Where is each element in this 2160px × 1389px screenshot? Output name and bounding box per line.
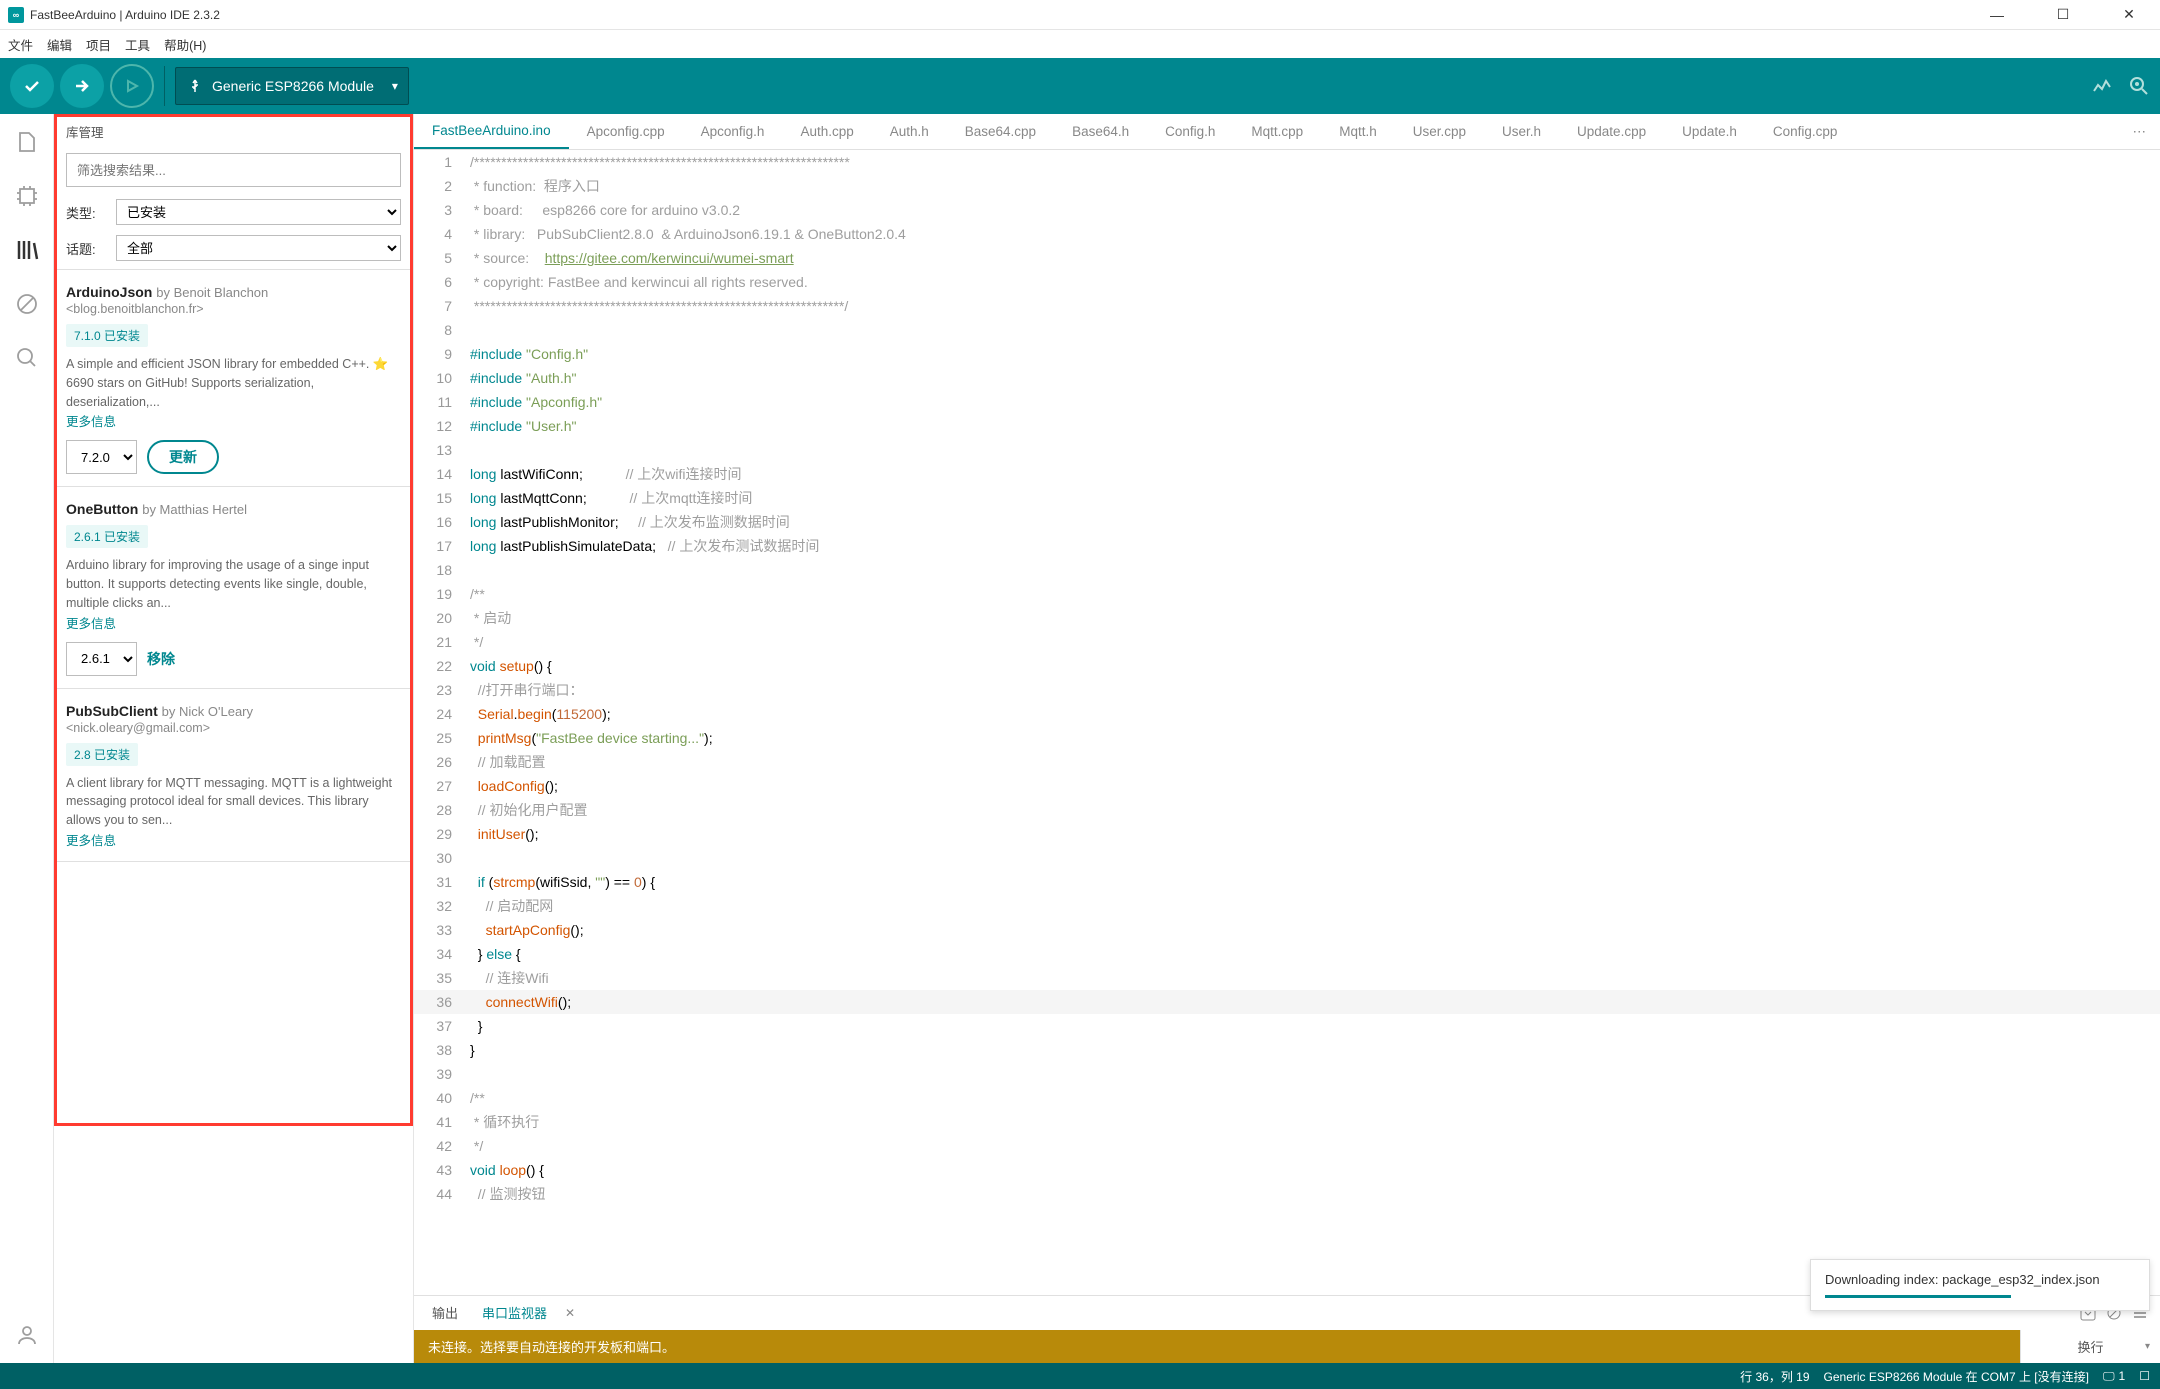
- debug-button[interactable]: [110, 64, 154, 108]
- no-entry-icon[interactable]: [13, 290, 41, 318]
- library-manager-panel: 库管理 类型: 已安装 话题: 全部 ArduinoJson by Benoit…: [54, 114, 414, 1363]
- close-panel-icon[interactable]: ☐: [2139, 1369, 2150, 1383]
- tab-apconfig-h[interactable]: Apconfig.h: [683, 114, 783, 149]
- search-icon[interactable]: [13, 344, 41, 372]
- serial-plotter-icon[interactable]: [2092, 75, 2114, 97]
- editor-area: FastBeeArduino.ino Apconfig.cpp Apconfig…: [414, 114, 2160, 1363]
- tab-fastbeearduino[interactable]: FastBeeArduino.ino: [414, 114, 569, 149]
- menu-file[interactable]: 文件: [8, 35, 33, 54]
- board-name: Generic ESP8266 Module: [212, 78, 374, 94]
- cursor-position: 行 36，列 19: [1740, 1368, 1809, 1385]
- window-title: FastBeeArduino | Arduino IDE 2.3.2: [30, 8, 1974, 22]
- tab-base64-cpp[interactable]: Base64.cpp: [947, 114, 1054, 149]
- usb-icon: [188, 79, 202, 93]
- status-bar: 行 36，列 19 Generic ESP8266 Module 在 COM7 …: [0, 1363, 2160, 1389]
- close-tab-icon[interactable]: ✕: [565, 1306, 575, 1320]
- lib-subtitle: <blog.benoitblanchon.fr>: [66, 302, 401, 316]
- version-select[interactable]: 7.2.0: [66, 440, 137, 474]
- editor-tabs: FastBeeArduino.ino Apconfig.cpp Apconfig…: [414, 114, 2160, 150]
- tab-update-h[interactable]: Update.h: [1664, 114, 1755, 149]
- menu-help[interactable]: 帮助(H): [164, 35, 206, 54]
- lib-subtitle: <nick.oleary@gmail.com>: [66, 721, 401, 735]
- search-input[interactable]: [66, 153, 401, 187]
- progress-bar: [1825, 1295, 2011, 1298]
- tab-config-cpp[interactable]: Config.cpp: [1755, 114, 1856, 149]
- code-editor[interactable]: 1/**************************************…: [414, 150, 2160, 1295]
- tab-update-cpp[interactable]: Update.cpp: [1559, 114, 1664, 149]
- type-select[interactable]: 已安装: [116, 199, 401, 225]
- title-bar: ∞ FastBeeArduino | Arduino IDE 2.3.2 — ☐…: [0, 0, 2160, 30]
- menu-bar: 文件 编辑 项目 工具 帮助(H): [0, 30, 2160, 58]
- tab-base64-h[interactable]: Base64.h: [1054, 114, 1147, 149]
- installed-badge: 2.8 已安装: [66, 743, 138, 766]
- tab-user-h[interactable]: User.h: [1484, 114, 1559, 149]
- panel-title: 库管理: [54, 114, 413, 149]
- lib-name: PubSubClient: [66, 703, 158, 719]
- installed-badge: 2.6.1 已安装: [66, 525, 148, 548]
- tab-apconfig-cpp[interactable]: Apconfig.cpp: [569, 114, 683, 149]
- account-icon[interactable]: [13, 1321, 41, 1349]
- board-status: Generic ESP8266 Module 在 COM7 上 [没有连接]: [1824, 1368, 2089, 1385]
- more-info-link[interactable]: 更多信息: [66, 613, 401, 632]
- output-tab[interactable]: 输出: [426, 1303, 464, 1322]
- library-item-pubsubclient: PubSubClient by Nick O'Leary <nick.olear…: [54, 689, 413, 862]
- download-toast: Downloading index: package_esp32_index.j…: [1810, 1259, 2150, 1311]
- maximize-button[interactable]: ☐: [2040, 1, 2086, 29]
- app-icon: ∞: [8, 7, 24, 23]
- tab-overflow-button[interactable]: ⋯: [2119, 124, 2160, 140]
- library-list: ArduinoJson by Benoit Blanchon <blog.ben…: [54, 269, 413, 862]
- boards-manager-icon[interactable]: [13, 182, 41, 210]
- lib-description: A client library for MQTT messaging. MQT…: [66, 774, 401, 830]
- toolbar: Generic ESP8266 Module: [0, 58, 2160, 114]
- remove-button[interactable]: 移除: [147, 649, 175, 669]
- library-manager-icon[interactable]: [13, 236, 41, 264]
- menu-edit[interactable]: 编辑: [47, 35, 72, 54]
- lib-name: ArduinoJson: [66, 284, 152, 300]
- monitor-warning: 未连接。选择要自动连接的开发板和端口。: [414, 1330, 2020, 1364]
- toolbar-separator: [164, 66, 165, 106]
- type-label: 类型:: [66, 203, 106, 222]
- toast-text: Downloading index: package_esp32_index.j…: [1825, 1272, 2135, 1287]
- library-item-arduinojson: ArduinoJson by Benoit Blanchon <blog.ben…: [54, 270, 413, 487]
- tab-auth-cpp[interactable]: Auth.cpp: [782, 114, 871, 149]
- tab-mqtt-cpp[interactable]: Mqtt.cpp: [1233, 114, 1321, 149]
- line-ending-select[interactable]: 换行: [2020, 1330, 2160, 1364]
- verify-button[interactable]: [10, 64, 54, 108]
- serial-monitor-icon[interactable]: [2128, 75, 2150, 97]
- library-item-onebutton: OneButton by Matthias Hertel 2.6.1 已安装 A…: [54, 487, 413, 688]
- lib-author: by Matthias Hertel: [142, 502, 247, 517]
- close-button[interactable]: ✕: [2106, 1, 2152, 29]
- menu-tools[interactable]: 工具: [125, 35, 150, 54]
- upload-button[interactable]: [60, 64, 104, 108]
- serial-monitor-tab[interactable]: 串口监视器: [476, 1303, 553, 1322]
- topic-select[interactable]: 全部: [116, 235, 401, 261]
- topic-label: 话题:: [66, 239, 106, 258]
- tab-mqtt-h[interactable]: Mqtt.h: [1321, 114, 1395, 149]
- lib-author: by Nick O'Leary: [162, 704, 253, 719]
- lib-author: by Benoit Blanchon: [156, 285, 268, 300]
- more-info-link[interactable]: 更多信息: [66, 411, 401, 430]
- minimize-button[interactable]: —: [1974, 1, 2020, 29]
- board-selector[interactable]: Generic ESP8266 Module: [175, 67, 409, 105]
- menu-sketch[interactable]: 项目: [86, 35, 111, 54]
- installed-badge: 7.1.0 已安装: [66, 324, 148, 347]
- lib-name: OneButton: [66, 501, 138, 517]
- lib-description: Arduino library for improving the usage …: [66, 556, 401, 612]
- sketchbook-icon[interactable]: [13, 128, 41, 156]
- version-select[interactable]: 2.6.1: [66, 642, 137, 676]
- more-info-link[interactable]: 更多信息: [66, 830, 401, 849]
- update-button[interactable]: 更新: [147, 440, 219, 474]
- notifications-icon[interactable]: 🖵 1: [2103, 1369, 2125, 1384]
- tab-auth-h[interactable]: Auth.h: [872, 114, 947, 149]
- tab-config-h[interactable]: Config.h: [1147, 114, 1233, 149]
- tab-user-cpp[interactable]: User.cpp: [1395, 114, 1484, 149]
- activity-bar: [0, 114, 54, 1363]
- lib-description: A simple and efficient JSON library for …: [66, 355, 401, 411]
